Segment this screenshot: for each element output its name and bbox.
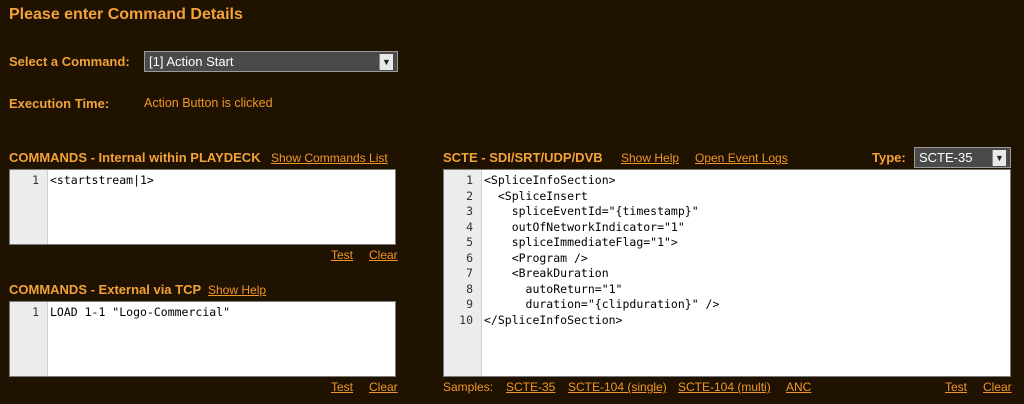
command-select-value: [1] Action Start bbox=[149, 54, 234, 69]
sample-scte104-multi-link[interactable]: SCTE-104 (multi) bbox=[678, 380, 771, 394]
line-number: 10 bbox=[459, 312, 473, 327]
code-line: <SpliceInfoSection> bbox=[484, 173, 616, 187]
line-number: 6 bbox=[466, 250, 473, 265]
execution-time-label: Execution Time: bbox=[9, 96, 110, 111]
command-select[interactable]: [1] Action Start ▼ bbox=[144, 51, 398, 72]
external-clear-link[interactable]: Clear bbox=[369, 380, 398, 394]
sample-scte35-link[interactable]: SCTE-35 bbox=[506, 380, 555, 394]
chevron-down-icon[interactable]: ▼ bbox=[992, 149, 1006, 166]
code-line: spliceEventId="{timestamp}" bbox=[484, 204, 699, 218]
sample-scte104-single-link[interactable]: SCTE-104 (single) bbox=[568, 380, 667, 394]
open-event-logs-link[interactable]: Open Event Logs bbox=[695, 151, 788, 165]
scte-type-select[interactable]: SCTE-35 ▼ bbox=[914, 147, 1011, 168]
code-area[interactable]: <SpliceInfoSection> <SpliceInsert splice… bbox=[482, 170, 1010, 376]
line-number: 9 bbox=[466, 297, 473, 311]
internal-commands-title: COMMANDS - Internal within PLAYDECK bbox=[9, 150, 261, 165]
external-commands-editor[interactable]: 1 LOAD 1-1 "Logo-Commercial" bbox=[9, 301, 396, 377]
code-line: </SpliceInfoSection> bbox=[484, 312, 623, 327]
line-number-gutter: 1 2 3 4 5 6 7 8 9 10 bbox=[444, 170, 482, 376]
line-number: 3 bbox=[466, 204, 473, 218]
line-number-gutter: 1 bbox=[10, 302, 48, 376]
sample-anc-link[interactable]: ANC bbox=[786, 380, 811, 394]
line-number: 8 bbox=[466, 281, 473, 296]
scte-test-link[interactable]: Test bbox=[945, 380, 967, 394]
scte-title: SCTE - SDI/SRT/UDP/DVB bbox=[443, 150, 603, 165]
line-number: 5 bbox=[466, 235, 473, 249]
line-number: 1 bbox=[32, 173, 39, 187]
external-show-help-link[interactable]: Show Help bbox=[208, 283, 266, 297]
line-number-gutter: 1 bbox=[10, 170, 48, 244]
internal-test-link[interactable]: Test bbox=[331, 248, 353, 262]
line-number: 4 bbox=[466, 219, 473, 234]
samples-label: Samples: bbox=[443, 380, 494, 394]
code-area[interactable]: <startstream|1> bbox=[48, 170, 395, 244]
scte-editor[interactable]: 1 2 3 4 5 6 7 8 9 10 <SpliceInfoSection>… bbox=[443, 169, 1011, 377]
code-line: <Program /> bbox=[484, 250, 588, 265]
code-line: spliceImmediateFlag="1"> bbox=[484, 235, 678, 249]
scte-clear-link[interactable]: Clear bbox=[983, 380, 1012, 394]
chevron-down-icon[interactable]: ▼ bbox=[379, 53, 393, 70]
execution-time-value: Action Button is clicked bbox=[144, 96, 273, 110]
code-area[interactable]: LOAD 1-1 "Logo-Commercial" bbox=[48, 302, 395, 376]
code-line: outOfNetworkIndicator="1" bbox=[484, 219, 685, 234]
code-line: duration="{clipduration}" /> bbox=[484, 297, 720, 311]
code-line: <startstream|1> bbox=[50, 173, 154, 187]
code-line: LOAD 1-1 "Logo-Commercial" bbox=[50, 305, 231, 319]
line-number: 1 bbox=[32, 305, 39, 319]
code-line: <BreakDuration bbox=[484, 266, 609, 280]
internal-clear-link[interactable]: Clear bbox=[369, 248, 398, 262]
line-number: 1 bbox=[466, 173, 473, 187]
internal-commands-editor[interactable]: 1 <startstream|1> bbox=[9, 169, 396, 245]
line-number: 7 bbox=[466, 266, 473, 280]
external-test-link[interactable]: Test bbox=[331, 380, 353, 394]
command-label: Select a Command: bbox=[9, 54, 130, 69]
page-title: Please enter Command Details bbox=[9, 6, 243, 23]
external-commands-title: COMMANDS - External via TCP bbox=[9, 282, 202, 297]
line-number: 2 bbox=[466, 188, 473, 203]
scte-show-help-link[interactable]: Show Help bbox=[621, 151, 679, 165]
code-line: autoReturn="1" bbox=[484, 281, 623, 296]
code-line: <SpliceInsert bbox=[484, 188, 588, 203]
scte-type-value: SCTE-35 bbox=[919, 150, 973, 165]
scte-type-label: Type: bbox=[872, 150, 906, 165]
show-commands-list-link[interactable]: Show Commands List bbox=[271, 151, 388, 165]
